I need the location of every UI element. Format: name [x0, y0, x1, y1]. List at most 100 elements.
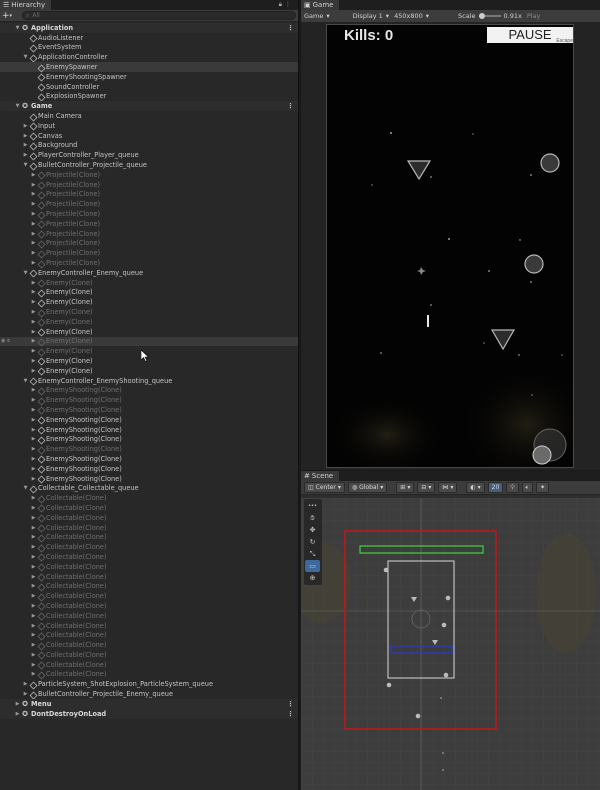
- collapse-arrow-icon[interactable]: ▶: [30, 544, 37, 550]
- visibility-icon[interactable]: ◉ ✋︎: [1, 338, 10, 344]
- hierarchy-item[interactable]: ▶ Background: [0, 141, 298, 151]
- collapse-arrow-icon[interactable]: ▶: [22, 152, 29, 158]
- expand-arrow-icon[interactable]: ▼: [22, 485, 29, 491]
- collapse-arrow-icon[interactable]: ▶: [30, 182, 37, 188]
- collapse-arrow-icon[interactable]: ▶: [30, 427, 37, 433]
- collapse-arrow-icon[interactable]: ▶: [22, 142, 29, 148]
- scale-slider-thumb[interactable]: [478, 13, 485, 19]
- hierarchy-item[interactable]: ▶ Collectable(Clone): [0, 552, 298, 562]
- collapse-arrow-icon[interactable]: ▶: [14, 701, 21, 707]
- hierarchy-item[interactable]: ▶ Collectable(Clone): [0, 630, 298, 640]
- collapse-arrow-icon[interactable]: ▶: [30, 231, 37, 237]
- more-tools-button[interactable]: •••: [305, 500, 320, 512]
- collapse-arrow-icon[interactable]: ▶: [30, 613, 37, 619]
- expand-arrow-icon[interactable]: ▼: [14, 25, 21, 31]
- kebab-menu-icon[interactable]: ⋮: [287, 710, 294, 718]
- hierarchy-item[interactable]: ▶ Enemy(Clone): [0, 366, 298, 376]
- rotate-tool[interactable]: ↻: [305, 536, 320, 548]
- expand-arrow-icon[interactable]: ▼: [22, 162, 29, 168]
- pivot-dropdown[interactable]: ◫ Center ▾: [304, 482, 345, 493]
- hierarchy-item[interactable]: ▶ Projectile(Clone): [0, 229, 298, 239]
- hierarchy-item[interactable]: ▶ Collectable(Clone): [0, 660, 298, 670]
- collapse-arrow-icon[interactable]: ▶: [30, 172, 37, 178]
- collapse-arrow-icon[interactable]: ▶: [30, 603, 37, 609]
- hierarchy-item[interactable]: ▶ Collectable(Clone): [0, 650, 298, 660]
- hierarchy-item[interactable]: ▶ Projectile(Clone): [0, 248, 298, 258]
- expand-arrow-icon[interactable]: ▼: [22, 54, 29, 60]
- expand-arrow-icon[interactable]: ▼: [14, 103, 21, 109]
- hierarchy-item[interactable]: ▶ Collectable(Clone): [0, 621, 298, 631]
- collapse-arrow-icon[interactable]: ▶: [30, 436, 37, 442]
- transform-tool[interactable]: ⊕: [305, 572, 320, 584]
- hierarchy-item[interactable]: ▶ Enemy(Clone): [0, 327, 298, 337]
- game-viewport[interactable]: Kills: 0 PAUSE Escape: [326, 24, 574, 468]
- hierarchy-scene-row[interactable]: ▼ ✪ Game ⋮: [0, 101, 298, 112]
- expand-arrow-icon[interactable]: ▼: [22, 378, 29, 384]
- hierarchy-item[interactable]: ▶ EnemyShooting(Clone): [0, 385, 298, 395]
- hierarchy-item[interactable]: ◉ ✋︎ ▶ Enemy(Clone): [0, 336, 298, 347]
- collapse-arrow-icon[interactable]: ▶: [22, 691, 29, 697]
- hierarchy-item[interactable]: ▶ EnemyShooting(Clone): [0, 454, 298, 464]
- hierarchy-item[interactable]: ▶ Collectable(Clone): [0, 513, 298, 523]
- collapse-arrow-icon[interactable]: ▶: [30, 593, 37, 599]
- collapse-arrow-icon[interactable]: ▶: [30, 348, 37, 354]
- grid-snap-button[interactable]: ⊞ ▾: [396, 482, 415, 493]
- hierarchy-item[interactable]: ▶ Canvas: [0, 131, 298, 141]
- hierarchy-item[interactable]: ▶ EnemyShooting(Clone): [0, 425, 298, 435]
- hierarchy-item[interactable]: ▼ EnemyController_EnemyShooting_queue: [0, 376, 298, 386]
- collapse-arrow-icon[interactable]: ▶: [30, 466, 37, 472]
- hierarchy-item[interactable]: ▶ Collectable(Clone): [0, 572, 298, 582]
- hierarchy-item[interactable]: ▼ Collectable_Collectable_queue: [0, 483, 298, 493]
- hierarchy-item[interactable]: ▶ Collectable(Clone): [0, 523, 298, 533]
- collapse-arrow-icon[interactable]: ▶: [30, 221, 37, 227]
- tab-scene[interactable]: # Scene: [301, 471, 340, 481]
- collapse-arrow-icon[interactable]: ▶: [30, 554, 37, 560]
- hierarchy-item[interactable]: ▶ Enemy(Clone): [0, 346, 298, 356]
- collapse-arrow-icon[interactable]: ▶: [30, 338, 37, 344]
- collapse-arrow-icon[interactable]: ▶: [30, 417, 37, 423]
- collapse-arrow-icon[interactable]: ▶: [30, 564, 37, 570]
- hierarchy-item[interactable]: ▶ EnemyShooting(Clone): [0, 464, 298, 474]
- hierarchy-item[interactable]: ▶ Enemy(Clone): [0, 297, 298, 307]
- collapse-arrow-icon[interactable]: ▶: [30, 642, 37, 648]
- collapse-arrow-icon[interactable]: ▶: [30, 476, 37, 482]
- hierarchy-item[interactable]: ▶ Projectile(Clone): [0, 170, 298, 180]
- hierarchy-item[interactable]: ▶ EnemyShooting(Clone): [0, 405, 298, 415]
- space-dropdown[interactable]: ◍ Global ▾: [347, 482, 388, 493]
- collapse-arrow-icon[interactable]: ▶: [30, 515, 37, 521]
- collapse-arrow-icon[interactable]: ▶: [30, 309, 37, 315]
- collapse-arrow-icon[interactable]: ▶: [30, 329, 37, 335]
- hierarchy-scene-row[interactable]: ▼ ✪ Application ⋮: [0, 23, 298, 33]
- tab-hierarchy[interactable]: ☰ Hierarchy: [0, 0, 52, 10]
- hierarchy-item[interactable]: ▶ EnemyShooting(Clone): [0, 474, 298, 484]
- hierarchy-item[interactable]: ▶ Collectable(Clone): [0, 581, 298, 591]
- hierarchy-item[interactable]: ▶ Projectile(Clone): [0, 180, 298, 190]
- collapse-arrow-icon[interactable]: ▶: [30, 662, 37, 668]
- hierarchy-item[interactable]: ▶ EnemyShooting(Clone): [0, 444, 298, 454]
- add-button[interactable]: + ▾: [2, 11, 18, 21]
- collapse-arrow-icon[interactable]: ▶: [30, 671, 37, 677]
- hierarchy-item[interactable]: ▶ Projectile(Clone): [0, 258, 298, 268]
- collapse-arrow-icon[interactable]: ▶: [30, 280, 37, 286]
- hierarchy-item[interactable]: ▶ Collectable(Clone): [0, 611, 298, 621]
- collapse-arrow-icon[interactable]: ▶: [30, 319, 37, 325]
- collapse-arrow-icon[interactable]: ▶: [30, 446, 37, 452]
- kebab-menu-icon[interactable]: ⋮: [287, 700, 294, 708]
- hierarchy-item[interactable]: ▶ Enemy(Clone): [0, 317, 298, 327]
- collapse-arrow-icon[interactable]: ▶: [30, 299, 37, 305]
- hierarchy-item[interactable]: SoundController: [0, 82, 298, 92]
- hierarchy-scene-row[interactable]: ▶ ✪ Menu ⋮: [0, 698, 298, 709]
- scale-control[interactable]: Scale 0.91x: [458, 12, 522, 20]
- hierarchy-item[interactable]: EnemyShootingSpawner: [0, 72, 298, 82]
- hierarchy-item[interactable]: ▶ Collectable(Clone): [0, 601, 298, 611]
- hierarchy-item[interactable]: ▶ Collectable(Clone): [0, 640, 298, 650]
- hierarchy-item[interactable]: ▶ Enemy(Clone): [0, 356, 298, 366]
- collapse-arrow-icon[interactable]: ▶: [22, 133, 29, 139]
- collapse-arrow-icon[interactable]: ▶: [30, 525, 37, 531]
- hand-tool[interactable]: ✋︎: [305, 512, 320, 524]
- hierarchy-item[interactable]: ▼ EnemyController_Enemy_queue: [0, 268, 298, 278]
- collapse-arrow-icon[interactable]: ▶: [30, 368, 37, 374]
- hierarchy-item[interactable]: ▼ BulletController_Projectile_queue: [0, 160, 298, 170]
- hierarchy-item[interactable]: ▶ Collectable(Clone): [0, 493, 298, 503]
- hierarchy-item[interactable]: ▶ Projectile(Clone): [0, 190, 298, 200]
